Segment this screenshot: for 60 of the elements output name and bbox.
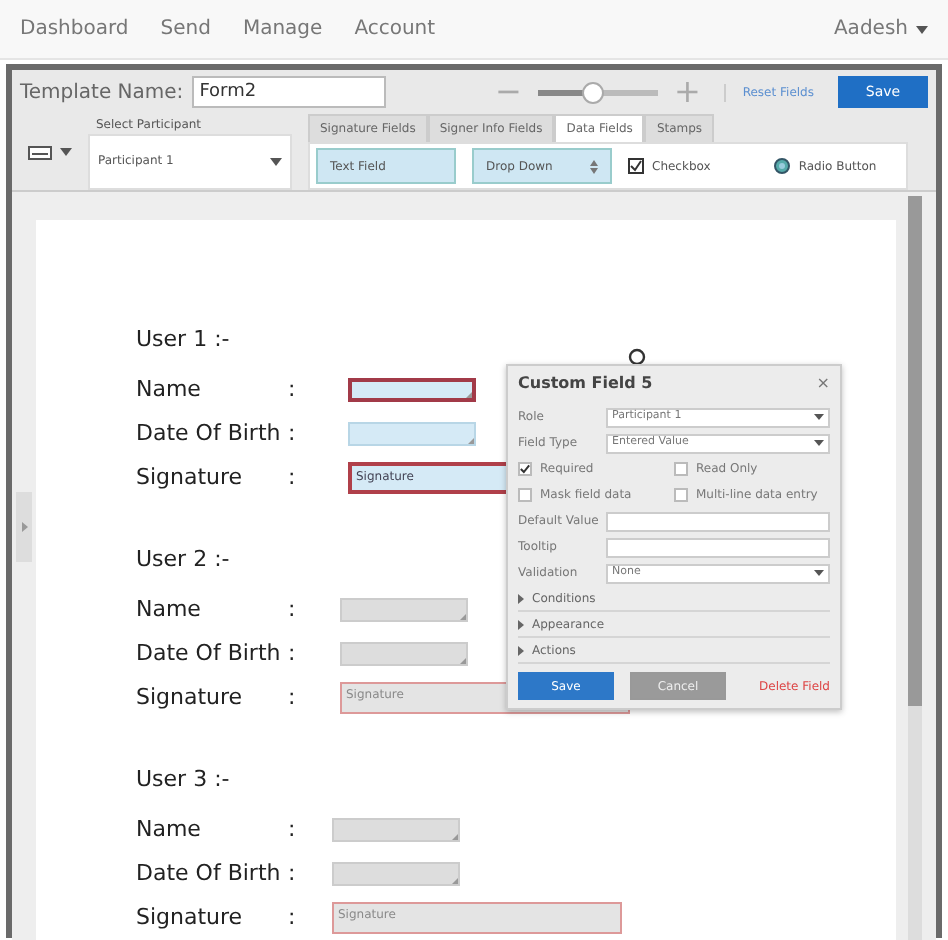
field-label: Date Of Birth — [136, 857, 283, 890]
field-label: Signature — [136, 901, 245, 934]
checkmark-icon — [520, 464, 530, 474]
input-field[interactable] — [606, 537, 830, 557]
section-heading: User 2 :- — [136, 544, 230, 576]
caret-icon[interactable] — [60, 148, 72, 156]
section-heading: User 3 :- — [136, 764, 230, 796]
nav-link[interactable]: Send — [160, 14, 211, 44]
popup-title: Custom Field 5 — [518, 372, 653, 396]
caret-icon — [916, 25, 928, 33]
slider-thumb[interactable] — [581, 81, 604, 103]
section-heading: User 1 :- — [136, 324, 230, 356]
rotate-handle-icon[interactable] — [628, 348, 646, 366]
resize-grip-icon — [460, 658, 466, 664]
caret-icon — [814, 440, 824, 446]
field-label: Date Of Birth — [136, 637, 283, 670]
template-name-field[interactable]: Form2 — [191, 76, 386, 108]
close-button[interactable]: × — [816, 372, 830, 404]
text-input-field[interactable] — [348, 378, 476, 402]
colon: : — [288, 417, 298, 450]
field-label: Name — [136, 813, 203, 846]
nav-link[interactable]: Account — [354, 14, 436, 44]
user-menu[interactable]: Aadesh — [833, 14, 928, 44]
caret-icon — [814, 570, 824, 576]
resize-grip-icon — [466, 392, 472, 398]
nav-link[interactable]: Dashboard — [20, 14, 129, 44]
expand-icon — [518, 593, 524, 603]
checkbox[interactable] — [674, 488, 688, 502]
field-label: Name — [136, 593, 203, 626]
colon: : — [288, 461, 298, 494]
field-label: Signature — [136, 461, 245, 494]
caret-icon — [270, 157, 282, 165]
checkbox-icon — [628, 158, 644, 174]
field-label: Date Of Birth — [136, 417, 283, 450]
expand-icon — [518, 645, 524, 655]
colon: : — [288, 593, 298, 626]
colon: : — [288, 637, 298, 670]
scrollbar[interactable] — [908, 196, 922, 940]
radio-icon — [774, 158, 791, 174]
field-label: Signature — [136, 681, 245, 714]
resize-grip-icon — [452, 834, 458, 840]
nav-link[interactable]: Manage — [242, 14, 323, 44]
scrollbar-thumb[interactable] — [908, 196, 922, 706]
colon: : — [288, 373, 298, 406]
expand-icon — [518, 619, 524, 629]
input-field[interactable] — [606, 511, 830, 531]
caret-icon — [814, 414, 824, 420]
checkbox[interactable] — [518, 462, 532, 476]
checkbox[interactable] — [674, 462, 688, 476]
resize-grip-icon — [452, 878, 458, 884]
checkbox[interactable] — [518, 488, 532, 502]
keyboard-icon[interactable] — [28, 145, 52, 159]
field-label: Name — [136, 373, 203, 406]
colon: : — [288, 857, 298, 890]
template-name-label: Template Name: — [20, 79, 184, 107]
resize-grip-icon — [460, 614, 466, 620]
updown-icon — [590, 159, 598, 173]
resize-grip-icon — [468, 438, 474, 444]
colon: : — [288, 681, 298, 714]
colon: : — [288, 813, 298, 846]
